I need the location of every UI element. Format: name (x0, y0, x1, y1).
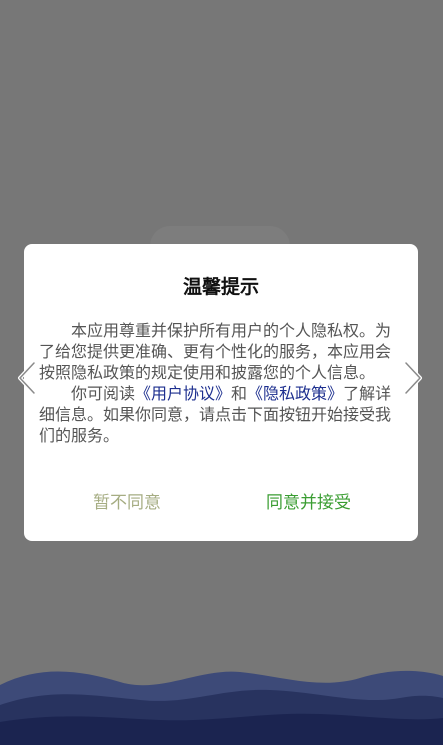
dialog-body: 本应用尊重并保护所有用户的个人隐私权。为了给您提供更准确、更有个性化的服务，本应… (39, 320, 403, 446)
accept-button[interactable]: 同意并接受 (266, 488, 351, 513)
decline-button[interactable]: 暂不同意 (93, 488, 161, 513)
chevron-left-icon[interactable] (16, 360, 38, 396)
paragraph-2-prefix: 你可阅读 (71, 384, 136, 403)
chevron-right-icon[interactable] (402, 360, 424, 396)
dialog-title: 温馨提示 (182, 276, 259, 298)
privacy-policy-link[interactable]: 《隐私政策》 (247, 384, 343, 403)
user-agreement-link[interactable]: 《用户协议》 (135, 384, 231, 403)
dialog-paragraph-2: 你可阅读《用户协议》和《隐私政策》了解详细信息。如果你同意，请点击下面按钮开始接… (39, 383, 403, 446)
wave-background (0, 670, 443, 745)
dialog-paragraph-1: 本应用尊重并保护所有用户的个人隐私权。为了给您提供更准确、更有个性化的服务，本应… (39, 321, 392, 382)
privacy-dialog: 温馨提示 本应用尊重并保护所有用户的个人隐私权。为了给您提供更准确、更有个性化的… (24, 244, 418, 541)
paragraph-2-conjunction: 和 (231, 384, 248, 403)
